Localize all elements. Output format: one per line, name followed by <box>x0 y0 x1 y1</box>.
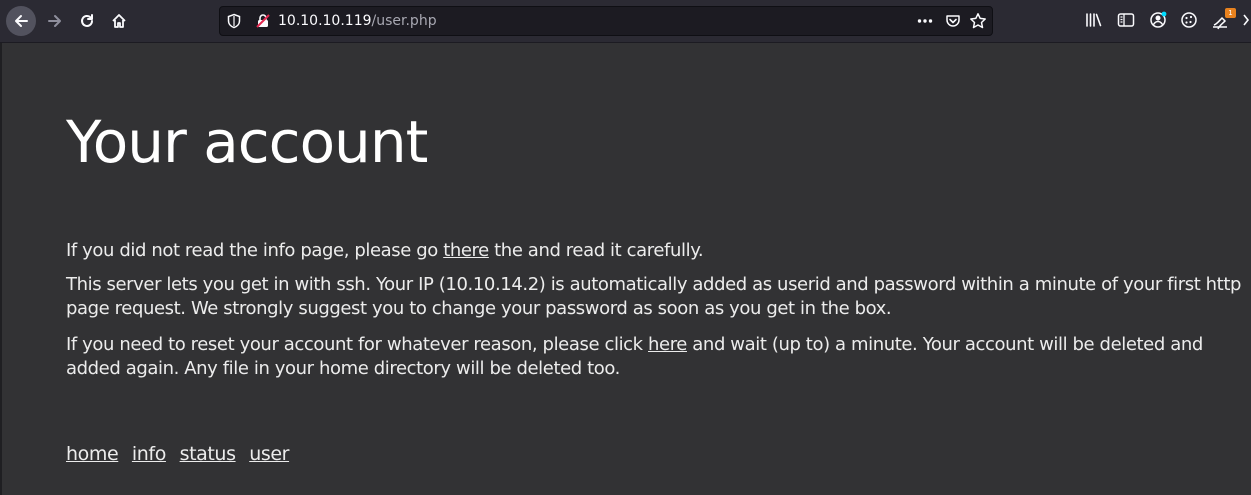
url-path: /user.php <box>371 13 437 29</box>
bookmark-star-icon[interactable] <box>969 12 987 30</box>
page-content: Your account If you did not read the inf… <box>0 43 1251 495</box>
forward-button[interactable] <box>39 5 71 37</box>
info-text-after: the and read it carefully. <box>488 240 704 261</box>
back-arrow-icon <box>6 6 36 36</box>
reset-text-before: If you need to reset your account for wh… <box>66 334 649 355</box>
reload-icon <box>81 14 93 27</box>
page-title: Your account <box>66 108 428 176</box>
info-there-link[interactable]: there <box>443 240 489 261</box>
nav-link-home[interactable]: home <box>66 443 119 465</box>
info-text-before: If you did not read the info page, pleas… <box>66 240 444 261</box>
reset-here-link[interactable]: here <box>648 334 687 355</box>
sidebar-icon[interactable] <box>1116 10 1136 30</box>
forward-arrow-icon <box>48 15 61 27</box>
overflow-menu-icon[interactable] <box>1243 12 1251 28</box>
insecure-lock-icon[interactable] <box>255 13 271 29</box>
nav-link-status[interactable]: status <box>180 443 236 465</box>
pocket-icon[interactable] <box>945 13 961 29</box>
info-paragraph: If you did not read the info page, pleas… <box>66 239 1246 263</box>
home-button[interactable] <box>103 5 135 37</box>
address-bar[interactable]: 10.10.10.119/user.php <box>219 6 993 36</box>
nav-link-info[interactable]: info <box>132 443 166 465</box>
browser-toolbar: 10.10.10.119/user.php 1 <box>0 0 1251 43</box>
cookie-icon[interactable] <box>1179 10 1199 30</box>
account-icon[interactable] <box>1148 10 1168 30</box>
nav-link-user[interactable]: user <box>249 443 289 465</box>
ssh-paragraph: This server lets you get in with ssh. Yo… <box>66 274 1242 319</box>
footer-nav: home info status user <box>66 441 297 467</box>
extension-badge: 1 <box>1225 8 1236 18</box>
reset-paragraph: If you need to reset your account for wh… <box>66 333 1246 381</box>
url-text[interactable]: 10.10.10.119/user.php <box>278 13 437 29</box>
more-dots-icon[interactable] <box>916 12 934 30</box>
back-button[interactable] <box>5 5 37 37</box>
url-host: 10.10.10.119 <box>278 13 372 29</box>
home-icon <box>112 14 126 28</box>
tracking-protection-shield-icon[interactable] <box>226 13 242 29</box>
reload-button[interactable] <box>71 5 103 37</box>
library-icon[interactable] <box>1084 10 1104 30</box>
